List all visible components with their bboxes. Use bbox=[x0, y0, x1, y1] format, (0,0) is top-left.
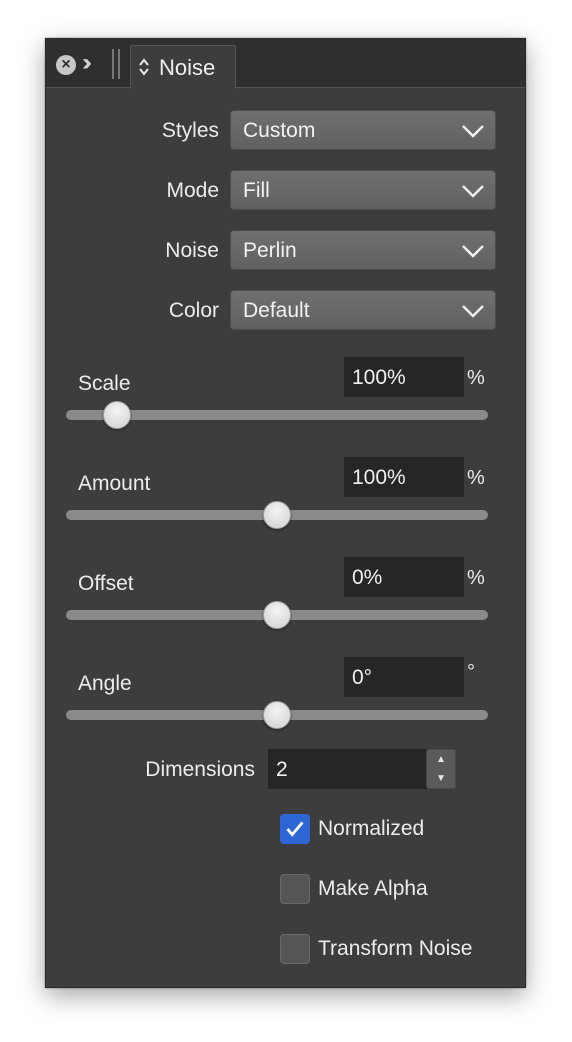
angle-slider-track[interactable] bbox=[66, 701, 488, 729]
amount-label: Amount bbox=[78, 472, 151, 495]
color-label: Color bbox=[168, 299, 219, 322]
drag-grip-icon[interactable] bbox=[112, 49, 120, 79]
scale-value: 100% bbox=[352, 366, 406, 389]
offset-input[interactable]: 0% bbox=[344, 557, 464, 597]
styles-select[interactable]: Custom bbox=[230, 110, 496, 150]
angle-label: Angle bbox=[78, 672, 132, 695]
angle-slider-thumb[interactable] bbox=[263, 701, 291, 729]
amount-input[interactable]: 100% bbox=[344, 457, 464, 497]
scale-unit: % bbox=[467, 367, 485, 389]
panel-tab-bar: × ›› Noise bbox=[46, 39, 525, 89]
offset-slider-thumb[interactable] bbox=[263, 601, 291, 629]
noise-type-label: Noise bbox=[165, 239, 219, 262]
tab-label: Noise bbox=[159, 55, 216, 80]
transform-noise-checkbox[interactable] bbox=[280, 934, 310, 964]
mode-value: Fill bbox=[243, 179, 270, 202]
transform-noise-label: Transform Noise bbox=[318, 937, 473, 960]
dimensions-label: Dimensions bbox=[145, 758, 255, 781]
normalized-checkbox[interactable] bbox=[280, 814, 310, 844]
amount-slider-track[interactable] bbox=[66, 501, 488, 529]
chevron-down-icon bbox=[462, 305, 484, 318]
color-select[interactable]: Default bbox=[230, 290, 496, 330]
close-icon[interactable]: × bbox=[56, 55, 76, 75]
amount-slider-thumb[interactable] bbox=[263, 501, 291, 529]
dimensions-value: 2 bbox=[276, 758, 288, 781]
make-alpha-checkbox[interactable] bbox=[280, 874, 310, 904]
stepper-down-icon[interactable]: ▼ bbox=[427, 769, 455, 788]
amount-value: 100% bbox=[352, 466, 406, 489]
stepper-up-icon[interactable]: ▲ bbox=[427, 750, 455, 769]
offset-unit: % bbox=[467, 567, 485, 589]
angle-input[interactable]: 0° bbox=[344, 657, 464, 697]
chevron-down-icon bbox=[462, 125, 484, 138]
chevron-down-icon bbox=[462, 185, 484, 198]
angle-value: 0° bbox=[352, 666, 373, 689]
chevron-down-icon bbox=[462, 245, 484, 258]
amount-unit: % bbox=[467, 467, 485, 489]
styles-label: Styles bbox=[161, 119, 219, 142]
checkmark-icon bbox=[286, 821, 304, 837]
dimensions-input[interactable]: 2 bbox=[268, 749, 428, 789]
dimensions-stepper[interactable]: ▲ ▼ bbox=[426, 749, 456, 789]
mode-label: Mode bbox=[166, 179, 219, 202]
up-down-arrows-icon bbox=[139, 58, 149, 76]
offset-slider-track[interactable] bbox=[66, 601, 488, 629]
make-alpha-label: Make Alpha bbox=[318, 877, 428, 900]
noise-type-value: Perlin bbox=[243, 239, 297, 262]
styles-value: Custom bbox=[243, 119, 316, 142]
angle-unit: ° bbox=[467, 661, 475, 683]
offset-value: 0% bbox=[352, 566, 383, 589]
scale-input[interactable]: 100% bbox=[344, 357, 464, 397]
noise-panel: × ›› Noise Styles Custom Mode Fill Noise… bbox=[45, 38, 526, 988]
scale-label: Scale bbox=[78, 372, 131, 395]
noise-type-select[interactable]: Perlin bbox=[230, 230, 496, 270]
collapse-chevrons-icon[interactable]: ›› bbox=[82, 51, 92, 75]
scale-slider-thumb[interactable] bbox=[102, 401, 131, 429]
normalized-label: Normalized bbox=[318, 817, 425, 840]
color-value: Default bbox=[243, 299, 310, 322]
offset-label: Offset bbox=[78, 572, 134, 595]
mode-select[interactable]: Fill bbox=[230, 170, 496, 210]
tab-noise[interactable]: Noise bbox=[130, 45, 236, 89]
scale-slider-track[interactable] bbox=[66, 401, 488, 429]
